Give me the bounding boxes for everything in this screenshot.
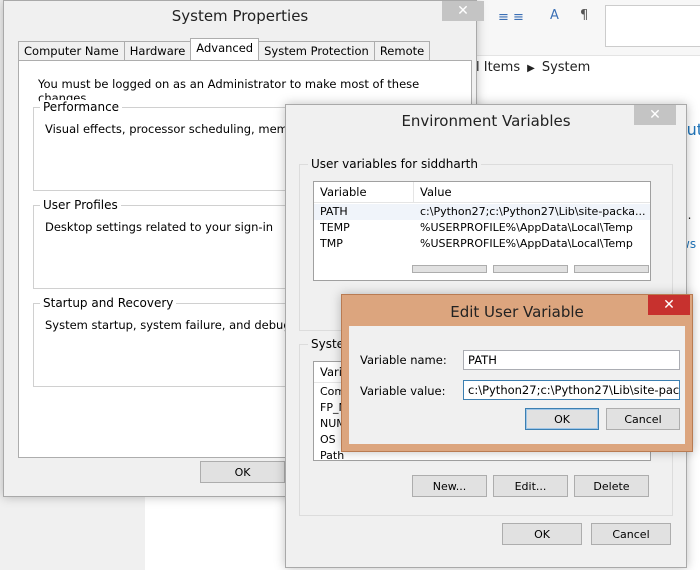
close-button[interactable]: ✕: [634, 105, 676, 125]
breadcrumb-item[interactable]: System: [542, 60, 590, 75]
tab-computer-name[interactable]: Computer Name: [18, 41, 125, 61]
chevron-right-icon: ▶: [527, 63, 535, 74]
ok-button[interactable]: OK: [502, 523, 582, 545]
paragraph-icon: ¶: [580, 8, 589, 23]
variable-value: c:\Python27;c:\Python27\Lib\site-packa..…: [420, 205, 646, 218]
variable-value-label: Variable value:: [360, 384, 446, 398]
delete-user-variable-button[interactable]: [574, 265, 649, 273]
title-bar: Environment Variables ✕: [286, 105, 686, 135]
title-bar: Edit User Variable ✕: [342, 295, 692, 325]
tab-hardware[interactable]: Hardware: [123, 41, 192, 61]
cancel-button[interactable]: Cancel: [606, 408, 680, 430]
tab-advanced[interactable]: Advanced: [190, 38, 260, 61]
group-label: User Profiles: [40, 198, 121, 212]
tab-system-protection[interactable]: System Protection: [258, 41, 375, 61]
variable-name-label: Variable name:: [360, 353, 447, 367]
title-bar: System Properties ✕: [4, 1, 484, 31]
style-preview: [605, 5, 700, 47]
column-header-value[interactable]: Value: [420, 185, 452, 199]
column-header-variable[interactable]: Variable: [320, 185, 367, 199]
variable-name: OS: [320, 433, 336, 446]
dialog-body: Variable name: PATH Variable value: c:\P…: [349, 326, 685, 444]
variable-name: TMP: [320, 237, 343, 250]
variable-value: %USERPROFILE%\AppData\Local\Temp: [420, 221, 633, 234]
variable-name: TEMP: [320, 221, 350, 234]
list-item[interactable]: TEMP %USERPROFILE%\AppData\Local\Temp: [314, 220, 650, 236]
group-description: Visual effects, processor scheduling, me…: [45, 122, 318, 136]
group-label: Startup and Recovery: [40, 296, 177, 310]
tab-remote[interactable]: Remote: [373, 41, 431, 61]
variable-name-input[interactable]: PATH: [463, 350, 680, 370]
delete-system-variable-button[interactable]: Delete: [574, 475, 649, 497]
group-description: Desktop settings related to your sign-in: [45, 220, 274, 234]
close-button[interactable]: ✕: [648, 295, 690, 315]
list-item[interactable]: PATH c:\Python27;c:\Python27\Lib\site-pa…: [314, 204, 650, 220]
list-header: Variable Value: [314, 182, 650, 203]
tab-strip: Computer Name Hardware Advanced System P…: [18, 38, 431, 61]
close-icon: ✕: [457, 3, 469, 19]
window-title: Environment Variables: [401, 112, 571, 130]
window-title: System Properties: [171, 7, 309, 25]
dialog-title: Edit User Variable: [450, 303, 584, 321]
group-label: Performance: [40, 100, 123, 114]
group-label: User variables for siddharth: [308, 157, 481, 171]
font-icon: A: [550, 8, 559, 23]
close-icon: ✕: [663, 297, 675, 313]
edit-system-variable-button[interactable]: Edit...: [493, 475, 568, 497]
variable-name: PATH: [320, 205, 348, 218]
new-system-variable-button[interactable]: New...: [412, 475, 487, 497]
ok-button[interactable]: OK: [525, 408, 599, 430]
edit-user-variable-button[interactable]: [493, 265, 568, 273]
cancel-button[interactable]: Cancel: [591, 523, 671, 545]
edit-user-variable-dialog: Edit User Variable ✕ Variable name: PATH…: [341, 294, 693, 452]
breadcrumb: el Items ▶ System: [468, 60, 590, 75]
variable-value: %USERPROFILE%\AppData\Local\Temp: [420, 237, 633, 250]
close-button[interactable]: ✕: [442, 1, 484, 21]
column-divider[interactable]: [413, 182, 414, 202]
list-format-icon: ≡ ≡: [498, 10, 524, 25]
variable-value-input[interactable]: c:\Python27;c:\Python27\Lib\site-package…: [463, 380, 680, 400]
list-item[interactable]: TMP %USERPROFILE%\AppData\Local\Temp: [314, 236, 650, 252]
group-description: System startup, system failure, and debu…: [45, 318, 323, 332]
ok-button[interactable]: OK: [200, 461, 285, 483]
new-user-variable-button[interactable]: [412, 265, 487, 273]
close-icon: ✕: [649, 107, 661, 123]
